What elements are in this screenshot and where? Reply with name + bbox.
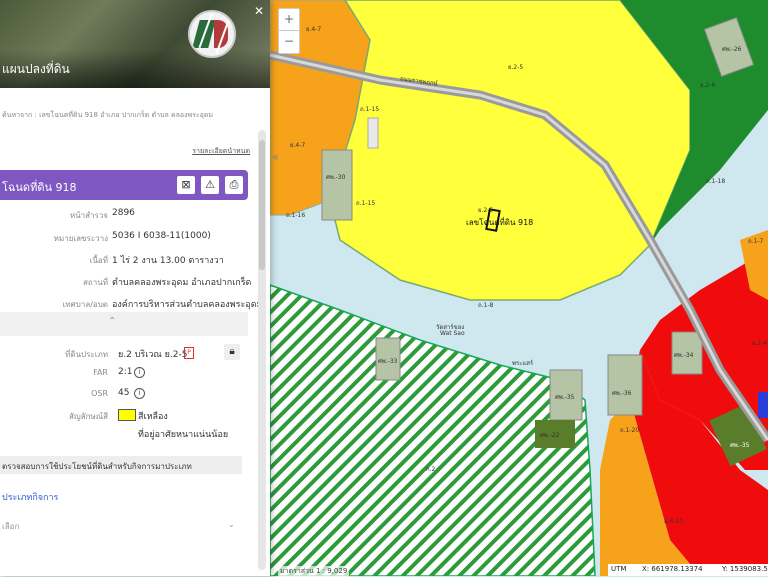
coord-y: Y: 1539083.58	[722, 565, 768, 573]
detail-value-location: ตำบลคลองพระอุดม อำเภอปากเกร็ด	[112, 278, 252, 288]
coord-x: X: 661978.13374	[642, 565, 703, 573]
label-sw35: ศพ.-35	[555, 394, 575, 401]
zoning-value-far: 2:1	[118, 367, 133, 377]
label-sw34: ศพ.-34	[674, 352, 694, 359]
zone-blue	[758, 392, 768, 418]
zoom-control: + −	[278, 8, 300, 54]
section-toggle[interactable]: ⌃	[0, 312, 248, 336]
deed-title: โฉนดที่ดิน 918	[2, 181, 77, 194]
label-r1-16: ถ.1-16	[286, 212, 306, 219]
label-y6-10: ย.6-10	[664, 518, 684, 525]
zoning-value-color: สีเหลือง	[138, 412, 168, 422]
label-r1-20: ถ.1-20	[620, 427, 640, 434]
detail-label-area: เนื้อที่	[89, 256, 108, 265]
detail-label-survey: หน้าสำรวจ	[69, 211, 108, 220]
zoom-area-icon[interactable]: ⊠	[177, 176, 195, 194]
detail-value-survey: 2896	[112, 208, 135, 218]
zoom-out-button[interactable]: −	[279, 31, 299, 52]
print-icon[interactable]: ⎙	[225, 176, 243, 194]
zone-sw30	[321, 149, 353, 221]
chevron-down-icon: ⌄	[228, 520, 235, 529]
zoning-label-osr: OSR	[91, 389, 108, 398]
report-link[interactable]: รายละเอียดนำหนด	[192, 146, 250, 157]
zoning-value-type: ย.2 บริเวณ ย.2-5	[118, 350, 188, 360]
collapse-panel-icon[interactable]: «	[272, 150, 279, 164]
label-r1-8: ถ.1-8	[478, 302, 494, 309]
label-temple-en: Wat Sao	[440, 330, 465, 337]
far-info-icon[interactable]: i	[134, 367, 145, 378]
label-sw30: ศพ.-30	[326, 174, 346, 181]
label-r1-15: ถ.1-15	[360, 106, 380, 113]
label-y4-7: ย.4-7	[306, 26, 322, 33]
coordinate-readout: UTM X: 661978.13374 Y: 1539083.58	[608, 564, 768, 576]
close-icon[interactable]: ✕	[254, 4, 264, 18]
business-check-text: ตรวจสอบการใช้ประโยชน์ที่ดินสำหรับกิจการม…	[2, 462, 192, 471]
zoning-value-osr: 45	[118, 388, 130, 398]
label-r1-15b: ถ.1-15	[356, 200, 376, 207]
panel-header-image: แผนปลงที่ดิน ✕	[0, 0, 270, 88]
zoom-in-button[interactable]: +	[279, 9, 299, 31]
search-breadcrumb: ค้นหาจาก : เลขโฉนดที่ดิน 918 อำเภอ ปากเก…	[2, 111, 214, 119]
zone-color-swatch	[118, 409, 136, 421]
label-y2-5b: ย.2-5	[478, 207, 494, 214]
department-logo	[188, 10, 236, 58]
label-sw36: ศพ.-36	[612, 390, 632, 397]
scrollbar-thumb[interactable]	[259, 140, 265, 270]
label-y2-6: ย.2-6	[700, 82, 716, 89]
detail-label-municipality: เทศบาล/อบต	[62, 300, 108, 309]
label-temple2: พระแสร์	[512, 360, 534, 367]
coord-system[interactable]: UTM	[611, 565, 626, 573]
select-placeholder: เลือก	[2, 522, 20, 531]
deed-header: โฉนดที่ดิน 918 ⊠ ⚠ ⎙	[0, 170, 248, 200]
zone-sw36	[607, 354, 643, 416]
warning-icon[interactable]: ⚠	[201, 176, 219, 194]
business-type-link[interactable]: ประเภทกิจการ	[2, 490, 58, 504]
zoning-label-color: สัญลักษณ์สี	[68, 412, 108, 421]
zoning-description: ที่อยู่อาศัยหนาแน่นน้อย	[138, 430, 229, 440]
chevron-up-icon: ⌃	[108, 316, 117, 327]
panel-title: แผนปลงที่ดิน	[2, 62, 70, 76]
zone-yellow-main	[329, 0, 691, 301]
lock-icon[interactable]: 🔒︎	[224, 344, 240, 360]
business-check-bar: ตรวจสอบการใช้ประโยชน์ที่ดินสำหรับกิจการม…	[0, 456, 242, 474]
detail-label-location: สถานที่	[83, 278, 108, 287]
zoning-label-far: FAR	[93, 368, 108, 377]
detail-value-area: 1 ไร่ 2 งาน 13.00 ตารางวา	[112, 256, 224, 266]
label-sw35b: ศพ.-35	[730, 442, 750, 449]
label-r1-18: ถ.1-18	[706, 178, 726, 185]
label-y2-5: ย.2-5	[508, 64, 524, 71]
parcel-label: เลขโฉนดที่ดิน 918	[466, 218, 534, 227]
label-y2-4: ย.2-4	[752, 340, 768, 347]
pier	[367, 117, 379, 149]
zoning-label-type: ที่ดินประเภท	[65, 350, 108, 359]
detail-label-sheet: หมายเลขระวาง	[53, 234, 108, 243]
detail-value-municipality: องค์การบริหารส่วนตำบลคลองพระอุดม	[112, 300, 263, 310]
parcel-info-panel: แผนปลงที่ดิน ✕ ค้นหาจาก : เลขโฉนดที่ดิน …	[0, 0, 270, 576]
osr-info-icon[interactable]: i	[134, 388, 145, 399]
panel-scrollbar[interactable]	[258, 130, 266, 570]
pdf-icon[interactable]: P	[184, 347, 194, 359]
scale-bar: มาตราส่วน 1 : 9,029	[278, 566, 350, 577]
detail-value-sheet: 5036 I 6038-11(1000)	[112, 231, 211, 241]
label-sw22: ศพ.-22	[540, 432, 560, 439]
label-sw26: ศพ.-26	[722, 46, 742, 53]
label-y4-7b: ย.4-7	[290, 142, 306, 149]
business-type-select[interactable]: เลือก ⌄	[2, 520, 235, 533]
label-k2: ก.2	[426, 466, 436, 473]
label-r1-7: ถ.1-7	[748, 238, 764, 245]
label-sw33: ศพ.-33	[378, 358, 398, 365]
